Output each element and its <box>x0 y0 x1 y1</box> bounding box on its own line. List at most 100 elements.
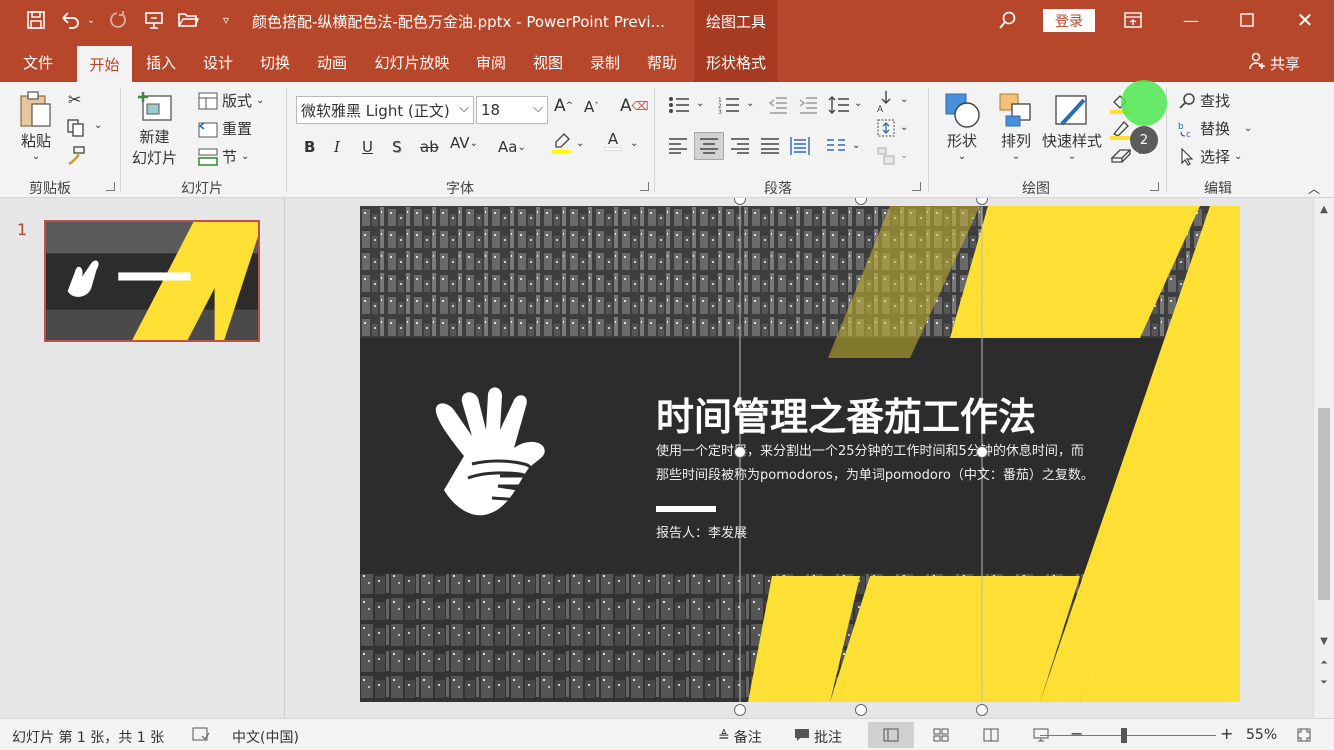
selection-handle[interactable] <box>855 198 867 205</box>
accessibility-icon[interactable] <box>192 727 210 743</box>
copy-dropdown-icon[interactable]: ⌄ <box>94 120 102 131</box>
collapse-ribbon-icon[interactable]: ︿ <box>1308 180 1320 197</box>
justify-icon[interactable] <box>760 138 780 158</box>
login-button[interactable]: 登录 <box>1043 9 1095 32</box>
redo-icon[interactable] <box>106 8 130 32</box>
close-icon[interactable]: ✕ <box>1290 6 1320 34</box>
tab-file[interactable]: 文件 <box>14 42 62 82</box>
tab-design[interactable]: 设计 <box>194 42 242 82</box>
selection-handle[interactable] <box>855 704 867 716</box>
customize-toolbar-icon[interactable]: ▿ <box>214 8 238 32</box>
underline-button[interactable]: U <box>362 138 373 156</box>
chevron-down-icon[interactable]: ⌄ <box>696 98 704 109</box>
font-launcher-icon[interactable] <box>640 182 649 191</box>
tab-animations[interactable]: 动画 <box>308 42 356 82</box>
tab-home[interactable]: 开始 <box>77 46 132 82</box>
zoom-slider[interactable] <box>1040 735 1216 736</box>
fit-to-window-icon[interactable] <box>1296 727 1312 743</box>
zoom-out-icon[interactable]: − <box>1070 724 1083 743</box>
next-slide-icon[interactable]: ⏷ <box>1317 676 1331 690</box>
minimize-icon[interactable]: — <box>1176 6 1206 34</box>
notes-button[interactable]: ≜ 备注 <box>718 727 762 747</box>
line-spacing-icon[interactable] <box>828 96 850 118</box>
shrink-font-button[interactable]: Aˇ <box>584 98 599 116</box>
scroll-up-icon[interactable]: ▲ <box>1317 202 1331 216</box>
comments-button[interactable]: 批注 <box>794 727 842 747</box>
tab-record[interactable]: 录制 <box>580 42 630 82</box>
slide-body-line-2[interactable]: 那些时间段被称为pomodoros，为单词pomodoro（中文：番茄）之复数。 <box>656 464 1094 483</box>
align-center-icon[interactable] <box>694 132 724 160</box>
slide-canvas[interactable]: 时间管理之番茄工作法 使用一个定时器，来分割出一个25分钟的工作时间和5分钟的休… <box>360 206 1240 702</box>
font-color-button[interactable]: A <box>604 132 622 151</box>
new-slide-button[interactable]: 新建 幻灯片 <box>132 90 177 168</box>
chevron-down-icon[interactable]: ⌄ <box>900 150 908 161</box>
find-button[interactable]: 查找 <box>1178 90 1230 111</box>
language-status[interactable]: 中文(中国) <box>232 727 299 747</box>
change-case-button[interactable]: Aa ⌄ <box>498 138 526 156</box>
decrease-indent-icon[interactable] <box>768 96 788 118</box>
vertical-scrollbar[interactable]: ▲ ▼ ⏶ ⏷ <box>1313 198 1334 718</box>
selection-handle[interactable] <box>734 198 746 205</box>
open-folder-icon[interactable] <box>176 8 200 32</box>
chevron-down-icon[interactable]: ⌄ <box>854 98 862 109</box>
grow-font-button[interactable]: A ^ <box>554 96 573 116</box>
arrange-button[interactable]: 排列 ⌄ <box>996 90 1036 162</box>
align-text-icon[interactable] <box>876 118 896 142</box>
scroll-down-icon[interactable]: ▼ <box>1317 634 1331 648</box>
presentation-icon[interactable] <box>142 8 166 32</box>
paragraph-launcher-icon[interactable] <box>912 182 921 191</box>
slide-title[interactable]: 时间管理之番茄工作法 <box>656 386 1036 441</box>
increase-indent-icon[interactable] <box>798 96 818 118</box>
shape-outline-icon[interactable] <box>1110 118 1132 144</box>
chevron-down-icon[interactable]: ⌄ <box>900 94 908 105</box>
tab-view[interactable]: 视图 <box>524 42 572 82</box>
quick-styles-button[interactable]: 快速样式 ⌄ <box>1042 90 1102 162</box>
save-icon[interactable] <box>24 8 48 32</box>
strikethrough-button[interactable]: ab <box>420 138 439 156</box>
shape-effects-icon[interactable] <box>1110 146 1132 170</box>
clipboard-launcher-icon[interactable] <box>106 182 115 191</box>
tab-slideshow[interactable]: 幻灯片放映 <box>366 42 458 82</box>
share-button[interactable]: 共享 <box>1248 52 1300 74</box>
clear-formatting-icon[interactable]: A ⌫ <box>620 96 649 116</box>
tab-insert[interactable]: 插入 <box>136 42 186 82</box>
slide-body-line-1[interactable]: 使用一个定时器，来分割出一个25分钟的工作时间和5分钟的休息时间，而 <box>656 440 1084 459</box>
search-icon[interactable] <box>996 8 1020 32</box>
italic-button[interactable]: I <box>334 138 340 156</box>
highlight-color-icon[interactable] <box>552 132 572 154</box>
slide-sorter-icon[interactable] <box>918 722 964 748</box>
zoom-level[interactable]: 55% <box>1246 727 1277 743</box>
copy-icon[interactable] <box>66 118 86 142</box>
font-size-combo[interactable]: 18 ⌵ <box>476 96 548 124</box>
layout-button[interactable]: 版式 ⌄ <box>198 90 264 111</box>
slide-thumbnail[interactable] <box>44 220 260 342</box>
zoom-in-icon[interactable]: + <box>1220 724 1233 743</box>
selection-handle[interactable] <box>734 704 746 716</box>
chevron-down-icon[interactable]: ⌄ <box>746 98 754 109</box>
smartart-icon[interactable] <box>876 146 896 170</box>
chevron-down-icon[interactable]: ⌄ <box>576 138 584 149</box>
drawing-launcher-icon[interactable] <box>1150 182 1159 191</box>
cut-icon[interactable]: ✂ <box>68 90 81 109</box>
reading-view-icon[interactable] <box>968 722 1014 748</box>
shadow-button[interactable]: S <box>392 138 402 156</box>
zoom-slider-knob[interactable] <box>1121 728 1127 743</box>
select-button[interactable]: 选择 ⌄ <box>1178 146 1242 167</box>
text-direction-icon[interactable]: A <box>876 90 896 116</box>
replace-button[interactable]: bc 替换 ⌄ <box>1178 118 1252 139</box>
undo-icon[interactable] <box>58 8 82 32</box>
tab-shape-format[interactable]: 形状格式 <box>694 42 778 82</box>
chevron-down-icon[interactable]: ⌄ <box>852 140 860 151</box>
paste-button[interactable]: 粘贴 ⌄ <box>18 90 54 162</box>
distributed-icon[interactable] <box>790 136 810 160</box>
selection-handle[interactable] <box>734 446 746 458</box>
align-left-icon[interactable] <box>668 138 688 158</box>
selection-handle[interactable] <box>976 704 988 716</box>
chevron-down-icon[interactable]: ⌄ <box>630 138 638 149</box>
section-button[interactable]: 节 ⌄ <box>198 146 249 167</box>
tab-help[interactable]: 帮助 <box>638 42 686 82</box>
presenter-text[interactable]: 报告人：李发展 <box>656 522 747 541</box>
format-painter-icon[interactable] <box>66 146 86 170</box>
undo-dropdown-icon[interactable]: ⌄ <box>84 8 98 32</box>
columns-icon[interactable] <box>826 138 846 158</box>
